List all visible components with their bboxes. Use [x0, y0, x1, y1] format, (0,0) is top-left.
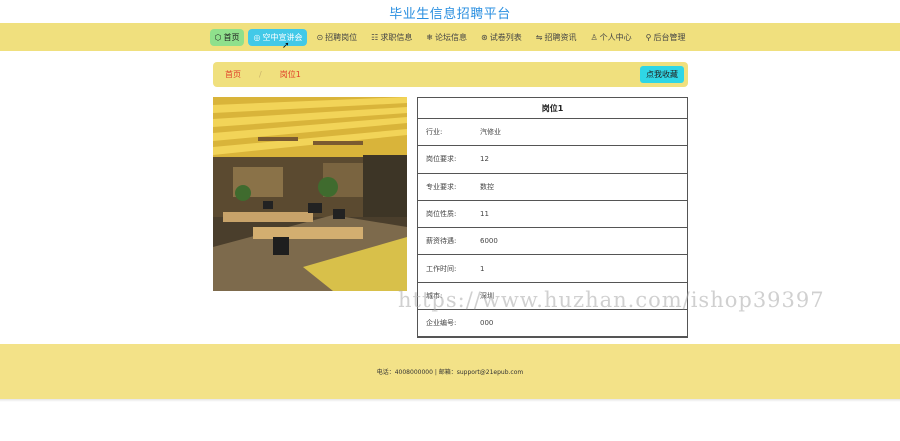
detail-row-company-id: 企业编号: 000	[418, 310, 687, 337]
exam-icon: ⊛	[481, 32, 488, 42]
presentation-icon: ◎	[253, 32, 261, 42]
nav-personal-center[interactable]: ♙ 个人中心	[585, 29, 636, 46]
detail-value: 11	[480, 210, 489, 219]
detail-key: 企业编号:	[426, 319, 457, 328]
job-detail-title: 岗位1	[418, 98, 687, 119]
detail-row-requirement: 岗位要求: 12	[418, 146, 687, 174]
breadcrumb-home[interactable]: 首页	[225, 69, 241, 80]
detail-value: 1	[480, 264, 485, 273]
detail-row-industry: 行业: 汽修业	[418, 119, 687, 147]
office-photo	[213, 97, 407, 291]
detail-value: 6000	[480, 237, 498, 246]
detail-row-nature: 岗位性质: 11	[418, 201, 687, 229]
breadcrumb: 首页 / 岗位1 点我收藏	[213, 62, 688, 87]
footer-contact: 电话：4008000000 | 邮箱：support@21epub.com	[376, 369, 524, 376]
nav-air-presentation[interactable]: ◎ 空中宣讲会	[248, 28, 308, 46]
detail-key: 工作时间:	[426, 264, 457, 273]
detail-row-major: 专业要求: 数控	[418, 174, 687, 201]
detail-key: 岗位要求:	[426, 155, 457, 164]
link-icon: ⚲	[645, 32, 652, 42]
detail-value: 汽修业	[480, 128, 501, 137]
site-title: 毕业生信息招聘平台	[389, 7, 511, 22]
detail-key: 专业要求:	[426, 182, 457, 191]
home-icon: ⬡	[214, 32, 222, 42]
breadcrumb-current: 岗位1	[279, 70, 301, 79]
user-icon: ♙	[590, 32, 598, 42]
list-icon: ☷	[371, 32, 379, 42]
forum-icon: ❄	[426, 32, 434, 42]
nav-admin[interactable]: ⚲ 后台管理	[641, 29, 691, 46]
position-icon: ⊙	[316, 32, 324, 42]
nav-job-positions[interactable]: ⊙ 招聘岗位	[311, 29, 362, 46]
detail-key: 行业:	[426, 128, 443, 137]
news-icon: ⇋	[535, 32, 543, 42]
detail-value: 000	[480, 319, 494, 328]
footer: 电话：4008000000 | 邮箱：support@21epub.com	[0, 344, 900, 399]
detail-row-work-time: 工作时间: 1	[418, 255, 687, 283]
detail-row-salary: 薪资待遇: 6000	[418, 228, 687, 256]
detail-key: 薪资待遇:	[426, 237, 457, 246]
nav-exam-list[interactable]: ⊛ 试卷列表	[476, 29, 527, 46]
nav-home[interactable]: ⬡ 首页	[209, 28, 245, 46]
collect-button[interactable]: 点我收藏	[640, 66, 684, 83]
detail-value: 数控	[480, 182, 494, 191]
footer-shadow	[0, 399, 900, 402]
nav-recruit-news[interactable]: ⇋ 招聘资讯	[531, 29, 582, 46]
mouse-cursor-icon: ➚	[282, 41, 290, 51]
nav-forum[interactable]: ❄ 论坛信息	[421, 29, 472, 46]
detail-key: 城市:	[426, 291, 443, 300]
detail-row-city: 城市: 深圳	[418, 283, 687, 311]
detail-value: 12	[480, 155, 489, 164]
breadcrumb-separator: /	[259, 70, 262, 79]
job-detail-table: 岗位1 行业: 汽修业 岗位要求: 12 专业要求: 数控 岗位性质: 11 薪资待遇:…	[417, 97, 688, 338]
detail-value: 深圳	[480, 291, 494, 300]
nav-job-seeking[interactable]: ☷ 求职信息	[366, 29, 417, 46]
nav-bar: ⬡ 首页 ◎ 空中宣讲会 ⊙ 招聘岗位 ☷ 求职信息 ❄ 论坛信息 ⊛ 试卷列表 ⇋ 招聘资讯…	[0, 23, 900, 51]
detail-key: 岗位性质:	[426, 210, 457, 219]
